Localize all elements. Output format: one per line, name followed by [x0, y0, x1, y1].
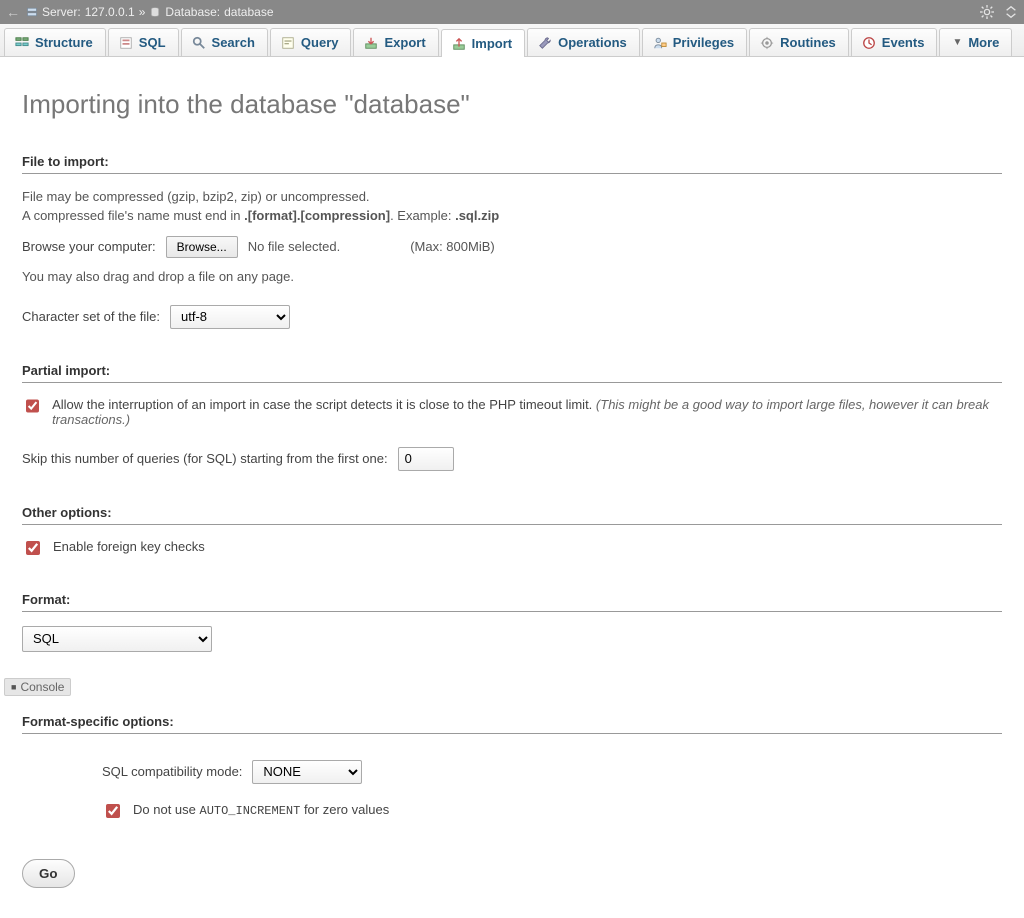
auto-increment-label: Do not use AUTO_INCREMENT for zero value… — [133, 802, 389, 818]
max-size: (Max: 800MiB) — [410, 239, 495, 254]
foreign-key-checkbox[interactable] — [26, 541, 40, 555]
database-value[interactable]: database — [224, 5, 273, 19]
page-content: Importing into the database "database" F… — [0, 57, 1024, 918]
console-toggle[interactable]: Console — [4, 678, 71, 696]
text: Allow the interruption of an import in c… — [52, 397, 592, 412]
tab-bar: Structure SQL Search Query Export Import… — [0, 24, 1024, 57]
go-button[interactable]: Go — [22, 859, 75, 888]
query-icon — [281, 36, 295, 50]
auto-increment-checkbox[interactable] — [106, 804, 120, 818]
allow-interruption-label: Allow the interruption of an import in c… — [52, 397, 1002, 427]
text: . Example: — [390, 208, 455, 223]
foreign-key-label: Enable foreign key checks — [53, 539, 205, 554]
breadcrumb-bar: ← Server: 127.0.0.1 » Database: database — [0, 0, 1024, 24]
tab-more[interactable]: ▼ More — [939, 28, 1012, 56]
charset-select[interactable]: utf-8 — [170, 305, 290, 329]
dragdrop-hint: You may also drag and drop a file on any… — [22, 268, 1002, 287]
tab-label: Export — [384, 35, 425, 50]
tab-label: Structure — [35, 35, 93, 50]
tab-search[interactable]: Search — [181, 28, 268, 56]
events-icon — [862, 36, 876, 50]
tab-query[interactable]: Query — [270, 28, 352, 56]
collapse-icon[interactable] — [1004, 5, 1018, 19]
gear-icon[interactable] — [980, 5, 994, 19]
sql-icon — [119, 36, 133, 50]
file-help-line2: A compressed file's name must end in .[f… — [22, 207, 1002, 226]
routines-icon — [760, 36, 774, 50]
tab-label: Privileges — [673, 35, 734, 50]
file-help-line1: File may be compressed (gzip, bzip2, zip… — [22, 188, 1002, 207]
back-arrow-icon[interactable]: ← — [6, 4, 20, 20]
database-icon — [149, 6, 161, 18]
tab-structure[interactable]: Structure — [4, 28, 106, 56]
tab-privileges[interactable]: Privileges — [642, 28, 747, 56]
divider — [22, 524, 1002, 525]
format-select[interactable]: SQL — [22, 626, 212, 652]
tab-label: Search — [212, 35, 255, 50]
tab-label: Query — [301, 35, 339, 50]
browse-label: Browse your computer: — [22, 239, 156, 254]
text: for zero values — [300, 802, 389, 817]
page-title: Importing into the database "database" — [22, 89, 1002, 120]
charset-label: Character set of the file: — [22, 309, 160, 324]
divider — [22, 611, 1002, 612]
search-icon — [192, 36, 206, 50]
export-icon — [364, 36, 378, 50]
text: .[format].[compression] — [244, 208, 390, 223]
text: Do not use — [133, 802, 200, 817]
sql-compat-select[interactable]: NONE — [252, 760, 362, 784]
tab-label: SQL — [139, 35, 166, 50]
format-heading: Format: — [22, 592, 1002, 607]
no-file-selected: No file selected. — [248, 239, 341, 254]
partial-import-heading: Partial import: — [22, 363, 1002, 378]
breadcrumb-sep: » — [139, 5, 146, 19]
server-label: Server: — [42, 5, 81, 19]
tab-import[interactable]: Import — [441, 29, 525, 57]
divider — [22, 382, 1002, 383]
other-options-heading: Other options: — [22, 505, 1002, 520]
tab-label: Import — [472, 36, 512, 51]
console-label: Console — [20, 680, 64, 694]
wrench-icon — [538, 36, 552, 50]
tab-export[interactable]: Export — [353, 28, 438, 56]
browse-button[interactable]: Browse... — [166, 236, 238, 258]
divider — [22, 733, 1002, 734]
database-label: Database: — [165, 5, 220, 19]
text: .sql.zip — [455, 208, 499, 223]
allow-interruption-checkbox[interactable] — [26, 399, 39, 413]
tab-routines[interactable]: Routines — [749, 28, 849, 56]
code: AUTO_INCREMENT — [200, 804, 301, 818]
tab-label: More — [968, 35, 999, 50]
tab-operations[interactable]: Operations — [527, 28, 640, 56]
text: A compressed file's name must end in — [22, 208, 244, 223]
import-icon — [452, 37, 466, 51]
divider — [22, 173, 1002, 174]
tab-label: Events — [882, 35, 925, 50]
sql-compat-label: SQL compatibility mode: — [102, 764, 242, 779]
server-value[interactable]: 127.0.0.1 — [85, 5, 135, 19]
tab-sql[interactable]: SQL — [108, 28, 179, 56]
server-icon — [26, 6, 38, 18]
structure-icon — [15, 36, 29, 50]
format-specific-heading: Format-specific options: — [22, 714, 1002, 729]
tab-events[interactable]: Events — [851, 28, 938, 56]
privileges-icon — [653, 36, 667, 50]
skip-queries-input[interactable] — [398, 447, 454, 471]
tab-label: Operations — [558, 35, 627, 50]
skip-queries-label: Skip this number of queries (for SQL) st… — [22, 451, 388, 466]
file-import-heading: File to import: — [22, 154, 1002, 169]
tab-label: Routines — [780, 35, 836, 50]
chevron-down-icon: ▼ — [952, 37, 962, 48]
